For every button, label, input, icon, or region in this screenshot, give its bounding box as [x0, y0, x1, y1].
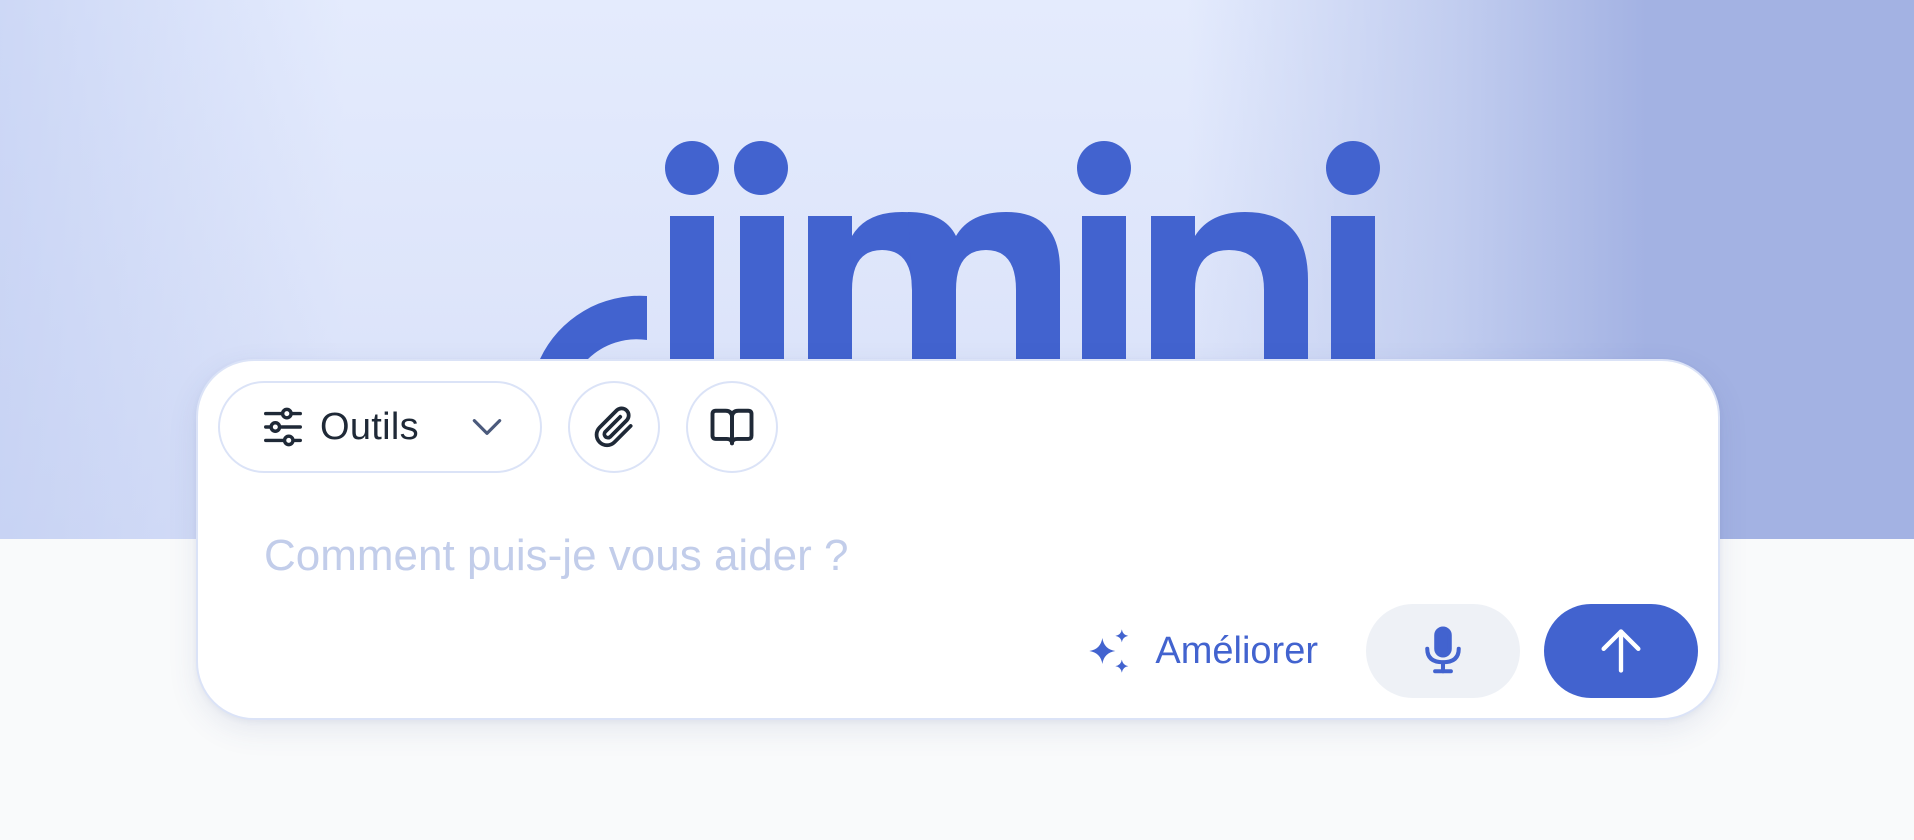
improve-button[interactable]: Améliorer	[1085, 625, 1318, 677]
paperclip-icon	[589, 402, 639, 452]
prompt-composer: Outils Comment puis-je vous aider ? Amél…	[196, 359, 1720, 720]
prompt-input[interactable]	[264, 521, 1564, 591]
composer-toolbar: Outils	[218, 381, 778, 473]
sliders-icon	[260, 404, 306, 450]
sparkles-icon	[1085, 625, 1137, 677]
send-button[interactable]	[1544, 604, 1698, 698]
chevron-down-icon	[468, 408, 506, 446]
tools-dropdown-button[interactable]: Outils	[218, 381, 542, 473]
microphone-icon	[1416, 624, 1470, 678]
voice-input-button[interactable]	[1366, 604, 1520, 698]
attach-file-button[interactable]	[568, 381, 660, 473]
arrow-up-icon	[1595, 625, 1647, 677]
tools-label: Outils	[320, 405, 419, 448]
library-button[interactable]	[686, 381, 778, 473]
improve-label: Améliorer	[1155, 629, 1318, 672]
book-open-icon	[706, 401, 758, 453]
composer-actions: Améliorer	[1085, 604, 1698, 698]
